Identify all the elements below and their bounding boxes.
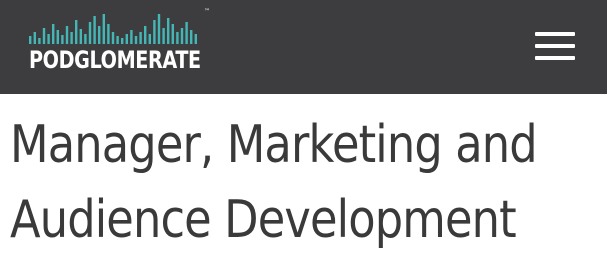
waveform-bar xyxy=(153,20,156,44)
waveform-bar xyxy=(107,24,110,44)
waveform-bar xyxy=(38,38,41,44)
waveform-bar xyxy=(102,14,105,44)
waveform-bar xyxy=(93,16,96,44)
waveform-bar xyxy=(42,28,46,44)
brand-name: PODGLOMERATE xyxy=(29,46,201,74)
waveform-bar xyxy=(144,26,147,44)
waveform-bar xyxy=(111,32,115,44)
waveform-bar xyxy=(98,26,101,44)
waveform-bar xyxy=(139,32,142,44)
waveform-bar xyxy=(29,36,32,44)
page-title: Manager, Marketing and Audience Developme… xyxy=(10,108,538,258)
site-header: PODGLOMERATE ™ xyxy=(0,0,607,94)
waveform-bar xyxy=(56,30,59,44)
waveform-bar xyxy=(84,34,87,44)
waveform-bar xyxy=(185,22,188,44)
waveform-bar xyxy=(61,35,64,44)
waveform-bar xyxy=(176,32,179,44)
waveform-bar xyxy=(65,26,69,44)
page-title-line-1: Manager, Marketing and xyxy=(10,115,538,175)
hamburger-menu-icon-bar xyxy=(535,56,575,60)
waveform-bar xyxy=(190,30,193,44)
waveform-bar xyxy=(162,28,165,44)
waveform-bar xyxy=(75,20,78,44)
waveform-bar xyxy=(121,38,124,44)
waveform-bar xyxy=(70,32,73,44)
waveform-bar xyxy=(130,30,133,44)
menu-toggle-button[interactable] xyxy=(533,30,577,62)
waveform-bar xyxy=(116,36,119,44)
waveform-bar xyxy=(167,18,170,44)
waveform-bar xyxy=(79,29,82,44)
waveform-bar xyxy=(33,32,36,44)
waveform-bar xyxy=(157,14,161,44)
waveform-bar xyxy=(148,34,151,44)
waveform-bar xyxy=(194,34,197,44)
waveform-bar xyxy=(180,28,184,44)
hamburger-menu-icon-bar xyxy=(535,44,575,48)
waveform-bar xyxy=(171,24,174,44)
waveform-bar xyxy=(52,24,55,44)
waveform-bar xyxy=(125,34,128,44)
brand-logo-link[interactable]: PODGLOMERATE ™ xyxy=(29,8,210,78)
waveform-bar xyxy=(134,36,138,44)
waveform-bar xyxy=(88,22,92,44)
audio-waveform-icon xyxy=(29,14,197,44)
page-title-line-2: Audience Development xyxy=(10,190,517,250)
waveform-bar xyxy=(47,34,50,44)
trademark-symbol: ™ xyxy=(204,8,210,15)
hamburger-menu-icon-bar xyxy=(535,32,575,36)
